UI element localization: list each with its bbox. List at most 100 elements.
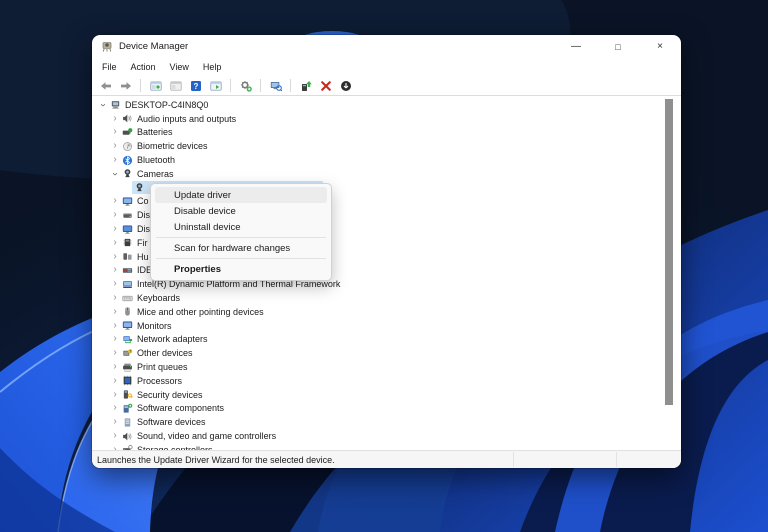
chevron-down-icon[interactable]: › [98, 100, 108, 110]
chevron-right-icon[interactable]: › [110, 279, 120, 289]
update-driver-button[interactable] [297, 78, 314, 94]
tree-item-processors[interactable]: ›Processors [92, 374, 681, 388]
chevron-right-icon[interactable]: › [110, 114, 120, 124]
menu-file[interactable]: File [95, 60, 124, 74]
chevron-down-icon[interactable]: › [110, 169, 120, 179]
context-menu-item-scan-for-hardware-changes[interactable]: Scan for hardware changes [155, 240, 327, 256]
tree-item-cameras[interactable]: ›Cameras [92, 167, 681, 181]
chevron-right-icon[interactable]: › [110, 403, 120, 413]
context-menu-item-label: Properties [174, 264, 221, 275]
tree-item-content[interactable]: Storage controllers [120, 443, 216, 450]
chevron-right-icon[interactable]: › [110, 155, 120, 165]
tree-item-biometric-devices[interactable]: ›Biometric devices [92, 139, 681, 153]
uninstall-button[interactable] [317, 78, 334, 94]
tree-item-desktop-c4in8q0[interactable]: ›DESKTOP-C4IN8Q0 [92, 98, 681, 112]
tree-item-content[interactable]: Network adapters [120, 333, 211, 346]
tree-item-other-devices[interactable]: ›?Other devices [92, 346, 681, 360]
disable-button[interactable] [337, 78, 354, 94]
menu-action[interactable]: Action [124, 60, 163, 74]
context-menu-item-uninstall-device[interactable]: Uninstall device [155, 219, 327, 235]
chevron-right-icon[interactable]: › [110, 321, 120, 331]
tree-item-content[interactable]: DESKTOP-C4IN8Q0 [108, 98, 211, 111]
tree-item-content[interactable]: Hu [120, 250, 152, 263]
tree-item-content[interactable]: Software components [120, 402, 227, 415]
display-icon [122, 224, 133, 235]
tree-item-batteries[interactable]: ›Batteries [92, 126, 681, 140]
close-button[interactable]: × [639, 35, 681, 58]
chevron-right-icon[interactable]: › [110, 390, 120, 400]
tree-item-storage-controllers[interactable]: ›Storage controllers [92, 443, 681, 450]
toolbar-divider [260, 79, 261, 92]
chevron-right-icon[interactable]: › [110, 362, 120, 372]
console-window-button[interactable] [147, 78, 164, 94]
tree-item-content[interactable]: Co [120, 195, 152, 208]
maximize-button[interactable]: □ [597, 35, 639, 58]
tree-item-content[interactable]: Print queues [120, 361, 191, 374]
chevron-right-icon[interactable]: › [110, 196, 120, 206]
tree-item-network-adapters[interactable]: ›Network adapters [92, 333, 681, 347]
context-menu-item-properties[interactable]: Properties [155, 261, 327, 277]
scan-hardware-button[interactable] [237, 78, 254, 94]
tree-item-label: Fir [137, 238, 148, 248]
minimize-button[interactable]: — [555, 35, 597, 58]
remote-computer-button[interactable] [267, 78, 284, 94]
tree-item-content[interactable]: Sound, video and game controllers [120, 430, 279, 443]
chevron-right-icon[interactable]: › [110, 334, 120, 344]
tree-item-content[interactable]: Bluetooth [120, 154, 178, 167]
tree-item-audio-inputs-and-outputs[interactable]: › Audio inputs and outputs [92, 112, 681, 126]
tree-item-software-devices[interactable]: ›Software devices [92, 415, 681, 429]
forward-button[interactable] [117, 78, 134, 94]
tree-item-content[interactable]: Software devices [120, 416, 209, 429]
tree-item-software-components[interactable]: › Software components [92, 402, 681, 416]
computer-icon [110, 99, 121, 110]
back-button[interactable] [97, 78, 114, 94]
scrollbar[interactable] [665, 98, 673, 446]
context-menu-item-update-driver[interactable]: Update driver [155, 187, 327, 203]
tree-item-content[interactable]: Cameras [120, 167, 177, 180]
tree-item-content[interactable]: Mice and other pointing devices [120, 305, 267, 318]
chevron-right-icon[interactable]: › [110, 238, 120, 248]
tree-item-content[interactable]: Dis [120, 223, 153, 236]
tree-item-keyboards[interactable]: ›Keyboards [92, 291, 681, 305]
chevron-right-icon[interactable]: › [110, 307, 120, 317]
uninstall-icon [320, 80, 332, 92]
tree-item-content[interactable]: Security devices [120, 388, 206, 401]
tree-item-print-queues[interactable]: ›Print queues [92, 360, 681, 374]
tree-item-content[interactable]: Biometric devices [120, 140, 211, 153]
chevron-right-icon[interactable]: › [110, 127, 120, 137]
tree-item-content[interactable]: Monitors [120, 319, 175, 332]
chevron-right-icon[interactable]: › [110, 417, 120, 427]
chevron-right-icon[interactable]: › [110, 376, 120, 386]
tree-item-content[interactable]: Keyboards [120, 292, 183, 305]
chevron-right-icon[interactable]: › [110, 210, 120, 220]
chevron-right-icon[interactable]: › [110, 293, 120, 303]
tree-item-content[interactable]: Dis [120, 209, 153, 222]
tree-item-content[interactable]: Fir [120, 236, 151, 249]
menu-view[interactable]: View [163, 60, 196, 74]
chevron-right-icon[interactable]: › [110, 252, 120, 262]
chevron-right-icon[interactable]: › [110, 141, 120, 151]
scrollbar-thumb[interactable] [665, 99, 673, 405]
ide-icon [122, 265, 133, 276]
chevron-right-icon[interactable]: › [110, 431, 120, 441]
chevron-right-icon[interactable]: › [110, 348, 120, 358]
tree-item-label: Software components [137, 403, 224, 413]
console-window-2-button[interactable] [167, 78, 184, 94]
chevron-right-icon[interactable]: › [110, 224, 120, 234]
tree-item-security-devices[interactable]: ›Security devices [92, 388, 681, 402]
tree-item-content[interactable]: Processors [120, 374, 185, 387]
context-menu-item-disable-device[interactable]: Disable device [155, 203, 327, 219]
tree-item-monitors[interactable]: ›Monitors [92, 319, 681, 333]
tree-item-content[interactable]: Audio inputs and outputs [120, 112, 239, 125]
tree-item-mice-and-other-pointing-devices[interactable]: ›Mice and other pointing devices [92, 305, 681, 319]
tree-item-content[interactable]: ?Other devices [120, 347, 196, 360]
tree-item-label: Audio inputs and outputs [137, 114, 236, 124]
help-button[interactable]: ? [187, 78, 204, 94]
action-pane-button[interactable] [207, 78, 224, 94]
tree-item-bluetooth[interactable]: ›Bluetooth [92, 153, 681, 167]
scan-hardware-icon [240, 80, 252, 92]
menu-help[interactable]: Help [196, 60, 229, 74]
tree-item-sound-video-and-game-controllers[interactable]: ›Sound, video and game controllers [92, 429, 681, 443]
chevron-right-icon[interactable]: › [110, 265, 120, 275]
tree-item-content[interactable]: Batteries [120, 126, 176, 139]
